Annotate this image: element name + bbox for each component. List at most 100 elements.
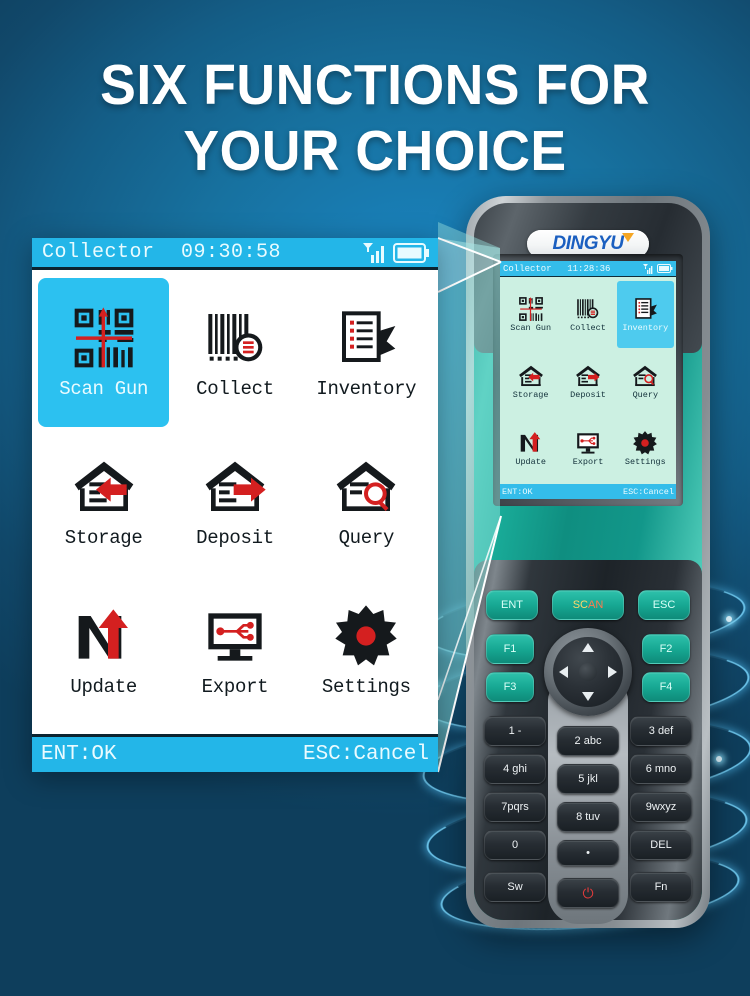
key-power[interactable]: ⏻ — [557, 878, 619, 908]
key-1[interactable]: 1 - — [484, 716, 546, 746]
dpad-center-icon[interactable] — [579, 663, 597, 681]
key-f1[interactable]: F1 — [486, 634, 534, 664]
device-menu-item-settings[interactable]: Settings — [617, 415, 674, 482]
key-0[interactable]: 0 — [484, 830, 546, 860]
logo-triangle-icon — [622, 233, 634, 242]
dpad-up-icon[interactable] — [582, 643, 594, 652]
key-3[interactable]: 3 def — [630, 716, 692, 746]
device-status-time: 11:28:36 — [567, 263, 611, 274]
house-in-icon — [518, 365, 543, 387]
battery-icon — [393, 242, 429, 263]
house-out-icon — [576, 365, 600, 387]
panel-status-bar: Collector 09:30:58 — [32, 238, 438, 270]
key-5[interactable]: 5 jkl — [557, 764, 619, 794]
key-esc[interactable]: ESC — [638, 590, 690, 620]
panel-menu-label: Deposit — [196, 526, 274, 549]
device-menu-label: Storage — [512, 390, 549, 400]
panel-menu-item-inventory[interactable]: Inventory — [301, 278, 432, 427]
house-in-icon — [74, 461, 133, 511]
device-menu-label: Query — [632, 390, 659, 400]
glow-dot — [726, 616, 732, 622]
page-title: SIX FUNCTIONS FOR YOUR CHOICE — [100, 53, 650, 183]
panel-menu-grid: Scan Gun Collect Inventory Storage Depos… — [32, 270, 438, 734]
device-footer-bar: ENT:OK ESC:Cancel — [500, 484, 676, 499]
panel-footer-left: ENT:OK — [41, 743, 117, 766]
device-menu-item-inventory[interactable]: Inventory — [616, 281, 674, 348]
barcode-icon — [208, 313, 263, 361]
qr-scan-icon — [74, 306, 133, 367]
key-9[interactable]: 9wxyz — [630, 792, 692, 822]
panel-menu-item-scan-gun[interactable]: Scan Gun — [38, 278, 170, 428]
panel-menu-item-export[interactable]: Export — [169, 577, 300, 726]
signal-bars-icon — [363, 242, 384, 263]
key-6[interactable]: 6 mno — [630, 754, 692, 784]
device-menu-label: Settings — [624, 457, 666, 467]
device-status-icons — [643, 263, 673, 274]
device-menu-item-query[interactable]: Query — [617, 348, 674, 415]
device-menu-grid: Scan Gun Collect Inventory Storage Depos… — [500, 277, 676, 484]
device-menu-item-storage[interactable]: Storage — [502, 348, 559, 415]
key-f4[interactable]: F4 — [642, 672, 690, 702]
key-4[interactable]: 4 ghi — [484, 754, 546, 784]
dpad-down-icon[interactable] — [582, 692, 594, 701]
panel-menu-label: Scan Gun — [59, 377, 149, 400]
device-menu-item-update[interactable]: Update — [502, 415, 559, 482]
device-menu-item-collect[interactable]: Collect — [559, 281, 616, 348]
brand-logo-text: DINGYU — [552, 233, 624, 254]
device-menu-item-export[interactable]: Export — [559, 415, 616, 482]
key-fn[interactable]: Fn — [630, 872, 692, 902]
key-f3[interactable]: F3 — [486, 672, 534, 702]
key-del[interactable]: DEL — [630, 830, 692, 860]
power-icon: ⏻ — [582, 885, 594, 901]
device-menu-label: Deposit — [570, 390, 606, 400]
key-ent[interactable]: ENT — [486, 590, 538, 620]
panel-footer-bar: ENT:OK ESC:Cancel — [32, 734, 438, 772]
device-menu-label: Export — [572, 457, 604, 467]
house-search-icon — [336, 461, 396, 511]
panel-menu-item-storage[interactable]: Storage — [38, 427, 169, 576]
device-menu-item-deposit[interactable]: Deposit — [559, 348, 616, 415]
key-2[interactable]: 2 abc — [557, 726, 619, 756]
key-sw[interactable]: Sw — [484, 872, 546, 902]
dpad-inner[interactable] — [553, 637, 623, 707]
panel-menu-label: Query — [338, 526, 395, 549]
clipboard-icon — [635, 298, 658, 319]
panel-menu-item-deposit[interactable]: Deposit — [169, 427, 300, 576]
panel-status-icons — [363, 242, 429, 263]
zoomed-screen-panel: Collector 09:30:58 Scan Gun Collect Inve… — [32, 238, 438, 772]
key-f2[interactable]: F2 — [642, 634, 690, 664]
dpad-right-icon[interactable] — [608, 666, 617, 678]
device-footer-left: ENT:OK — [502, 486, 533, 497]
handheld-device: DINGYU Collector 11:28:36 Scan Gun Colle… — [466, 196, 710, 928]
panel-menu-label: Storage — [64, 526, 143, 549]
panel-menu-item-query[interactable]: Query — [301, 427, 432, 576]
dpad[interactable] — [544, 628, 632, 716]
device-menu-label: Scan Gun — [510, 323, 552, 333]
key-8[interactable]: 8 tuv — [557, 802, 619, 832]
key-7[interactable]: 7pqrs — [484, 792, 546, 822]
gear-icon — [335, 605, 397, 666]
device-screen: Collector 11:28:36 Scan Gun Collect Inve… — [500, 261, 676, 499]
panel-menu-label: Settings — [321, 676, 411, 699]
barcode-icon — [577, 299, 599, 319]
n-arrow-up-icon — [520, 432, 540, 452]
panel-menu-label: Export — [201, 676, 269, 699]
glow-dot — [716, 756, 722, 762]
monitor-usb-icon — [577, 433, 599, 454]
signal-bars-icon — [643, 263, 653, 274]
panel-menu-item-update[interactable]: Update — [38, 577, 169, 726]
device-menu-label: Collect — [570, 323, 606, 333]
panel-menu-item-collect[interactable]: Collect — [169, 278, 300, 427]
device-status-title: Collector — [503, 263, 552, 274]
panel-menu-item-settings[interactable]: Settings — [301, 577, 432, 726]
gear-icon — [633, 431, 658, 455]
key-scan[interactable]: SC AN — [552, 590, 624, 620]
panel-menu-label: Collect — [196, 377, 274, 400]
dpad-left-icon[interactable] — [559, 666, 568, 678]
device-menu-item-scan-gun[interactable]: Scan Gun — [502, 281, 559, 348]
monitor-usb-icon — [208, 613, 262, 661]
clipboard-icon — [342, 310, 396, 362]
device-screen-bezel: Collector 11:28:36 Scan Gun Collect Inve… — [493, 254, 683, 506]
panel-status-time: 09:30:58 — [180, 241, 282, 264]
key-dot[interactable]: • — [557, 840, 619, 866]
